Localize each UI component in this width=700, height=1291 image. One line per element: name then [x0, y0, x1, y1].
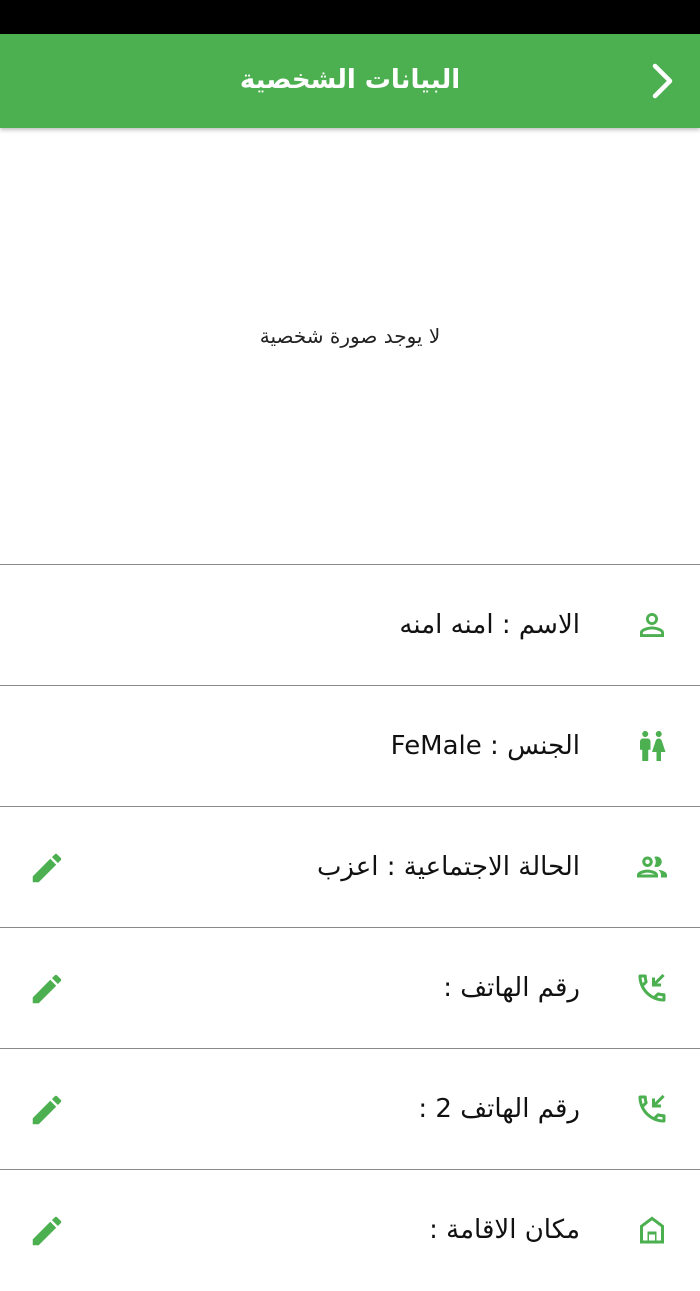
marital-status-field: الحالة الاجتماعية : اعزب — [317, 807, 580, 928]
field-label: الجنس — [507, 731, 580, 761]
people-icon — [634, 849, 670, 885]
no-photo-text: لا يوجد صورة شخصية — [259, 324, 441, 348]
chevron-right-icon[interactable] — [642, 61, 682, 101]
profile-fields: الاسم : امنه امنه الجنس : FeMale الحالة … — [0, 564, 700, 1290]
gender-row: الجنس : FeMale — [0, 685, 700, 806]
field-separator: : — [490, 731, 499, 761]
edit-icon[interactable] — [28, 849, 66, 887]
phone-callback-icon — [634, 970, 670, 1006]
status-bar — [0, 0, 700, 34]
phone-callback-icon — [634, 1091, 670, 1127]
phone-row: رقم الهاتف : — [0, 927, 700, 1048]
gender-field: الجنس : FeMale — [391, 686, 580, 807]
field-separator: : — [386, 852, 396, 882]
field-label: رقم الهاتف — [460, 973, 580, 1003]
name-row: الاسم : امنه امنه — [0, 564, 700, 685]
field-value: امنه امنه — [399, 610, 494, 640]
field-label: رقم الهاتف 2 — [435, 1094, 580, 1124]
field-value: اعزب — [316, 852, 379, 882]
field-separator: : — [501, 610, 511, 640]
field-separator: : — [429, 1215, 438, 1245]
phone2-field: رقم الهاتف 2 : — [418, 1049, 580, 1170]
field-value: FeMale — [390, 731, 482, 761]
edit-icon[interactable] — [28, 970, 66, 1008]
residence-field: مكان الاقامة : — [429, 1170, 580, 1291]
home-icon — [634, 1212, 670, 1248]
field-separator: : — [418, 1094, 428, 1124]
marital-status-row: الحالة الاجتماعية : اعزب — [0, 806, 700, 927]
phone2-row: رقم الهاتف 2 : — [0, 1048, 700, 1169]
field-separator: : — [443, 973, 452, 1003]
wc-icon — [634, 728, 670, 764]
edit-icon[interactable] — [28, 1212, 66, 1250]
person-icon — [634, 607, 670, 643]
phone-field: رقم الهاتف : — [443, 928, 580, 1049]
residence-row: مكان الاقامة : — [0, 1169, 700, 1290]
field-label: الاسم — [518, 610, 580, 640]
field-label: الحالة الاجتماعية — [403, 852, 580, 882]
name-field: الاسم : امنه امنه — [399, 565, 580, 686]
edit-icon[interactable] — [28, 1091, 66, 1129]
profile-photo[interactable]: لا يوجد صورة شخصية — [0, 128, 700, 564]
field-label: مكان الاقامة — [446, 1215, 580, 1245]
page-title: البيانات الشخصية — [239, 65, 461, 95]
app-bar: البيانات الشخصية — [0, 34, 700, 128]
